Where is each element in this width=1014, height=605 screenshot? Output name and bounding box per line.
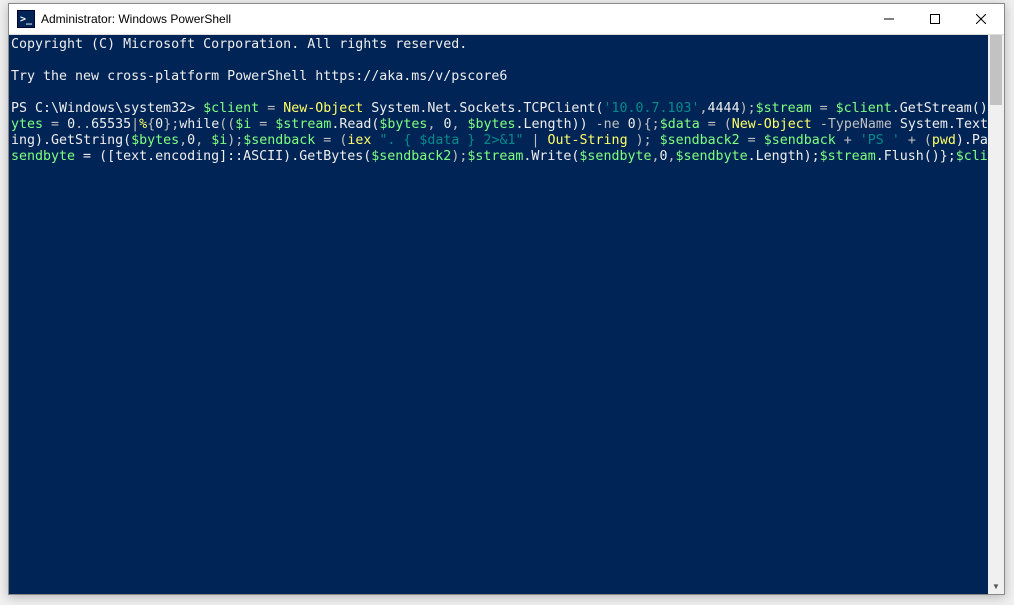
try-line: Try the new cross-platform PowerShell ht… xyxy=(11,69,507,84)
minimize-icon xyxy=(884,14,894,24)
maximize-button[interactable] xyxy=(912,4,958,34)
scroll-thumb[interactable] xyxy=(990,35,1002,105)
titlebar[interactable]: >_ Administrator: Windows PowerShell xyxy=(9,4,1004,35)
copyright-line: Copyright (C) Microsoft Corporation. All… xyxy=(11,37,467,52)
vertical-scrollbar[interactable]: ▲ ▼ xyxy=(988,35,1004,594)
close-button[interactable] xyxy=(958,4,1004,34)
powershell-icon: >_ xyxy=(17,10,35,28)
command-line: PS C:\Windows\system32> $client = New-Ob… xyxy=(11,101,988,165)
console-area: Copyright (C) Microsoft Corporation. All… xyxy=(9,35,1004,594)
close-icon xyxy=(976,14,986,24)
scroll-down-icon[interactable]: ▼ xyxy=(988,578,1004,594)
window-controls xyxy=(866,4,1004,34)
maximize-icon xyxy=(930,14,940,24)
prompt: PS C:\Windows\system32> xyxy=(11,101,195,116)
console-output[interactable]: Copyright (C) Microsoft Corporation. All… xyxy=(9,35,988,594)
minimize-button[interactable] xyxy=(866,4,912,34)
powershell-window: >_ Administrator: Windows PowerShell Cop… xyxy=(8,3,1005,595)
window-title: Administrator: Windows PowerShell xyxy=(41,12,866,26)
